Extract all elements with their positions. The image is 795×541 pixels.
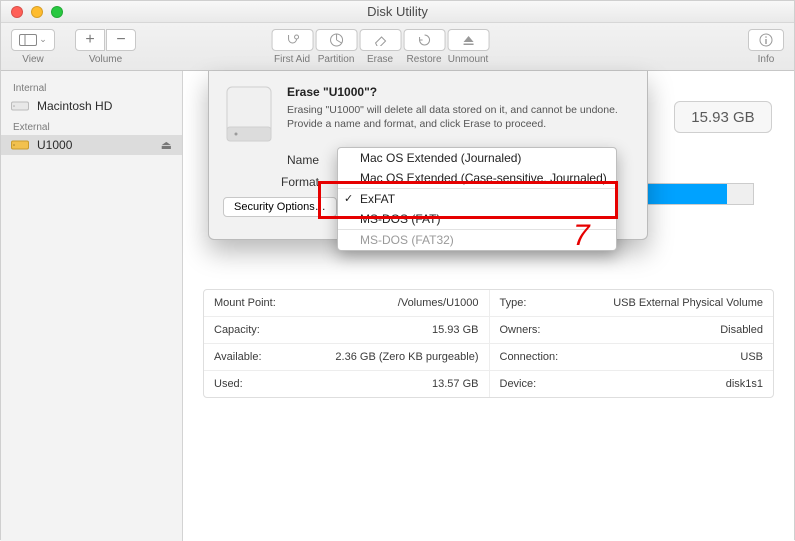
annotation-label: 7 <box>573 219 590 253</box>
format-option[interactable]: Mac OS Extended (Journaled) <box>338 148 616 168</box>
info-key: Mount Point: <box>214 297 276 309</box>
volume-remove-button[interactable]: − <box>106 29 136 51</box>
info-value: USB <box>740 351 763 363</box>
restore-icon <box>417 33 431 47</box>
info-key: Type: <box>500 297 527 309</box>
partition-button[interactable] <box>315 29 357 51</box>
volume-label: Volume <box>89 54 122 65</box>
info-key: Used: <box>214 378 243 390</box>
sidebar-item-label: U1000 <box>37 138 72 152</box>
eject-icon <box>462 34 474 46</box>
annotation-box <box>318 181 618 219</box>
sidebar-item-label: Macintosh HD <box>37 99 112 113</box>
info-value: disk1s1 <box>726 378 763 390</box>
window-title: Disk Utility <box>1 4 794 19</box>
info-value: Disabled <box>720 324 763 336</box>
info-key: Available: <box>214 351 262 363</box>
erase-title: Erase "U1000"? <box>287 85 631 99</box>
sidebar-item-u1000[interactable]: U1000 ⏏ <box>1 135 182 155</box>
internal-disk-icon <box>11 99 29 113</box>
main-content: Name Format 15.93 GB Mount Point: /Volume… <box>183 71 794 541</box>
sidebar-item-macintosh-hd[interactable]: Macintosh HD <box>1 96 182 116</box>
info-value: 2.36 GB (Zero KB purgeable) <box>335 351 478 363</box>
info-value: /Volumes/U1000 <box>398 297 479 309</box>
info-grid: Mount Point: /Volumes/U1000 Type: USB Exte… <box>203 289 774 398</box>
external-disk-icon <box>11 138 29 152</box>
sidebar-header-internal: Internal <box>1 77 182 96</box>
erase-description: Erasing "U1000" will delete all data sto… <box>287 103 631 131</box>
pie-icon <box>329 33 343 47</box>
eraser-icon <box>372 34 388 46</box>
erase-button[interactable] <box>359 29 401 51</box>
eject-icon[interactable]: ⏏ <box>161 138 172 152</box>
drive-icon <box>223 85 275 143</box>
restore-button[interactable] <box>403 29 445 51</box>
info-key: Device: <box>500 378 537 390</box>
sidebar-header-external: External <box>1 116 182 135</box>
first-aid-button[interactable] <box>271 29 313 51</box>
titlebar: Disk Utility <box>1 1 794 23</box>
info-key: Owners: <box>500 324 541 336</box>
sidebar-icon <box>19 34 37 46</box>
toolbar: ⌄ View + − Volume First Aid Partition Er… <box>1 23 794 71</box>
info-key: Connection: <box>500 351 559 363</box>
info-value: USB External Physical Volume <box>613 297 763 309</box>
unmount-button[interactable] <box>447 29 489 51</box>
capacity-pill: 15.93 GB <box>674 101 772 133</box>
view-label: View <box>22 54 44 65</box>
format-label: Format <box>223 175 327 189</box>
info-icon <box>759 33 773 47</box>
volume-add-button[interactable]: + <box>75 29 105 51</box>
info-key: Capacity: <box>214 324 260 336</box>
info-value: 15.93 GB <box>432 324 478 336</box>
stethoscope-icon <box>284 33 300 47</box>
info-value: 13.57 GB <box>432 378 478 390</box>
sidebar: Internal Macintosh HD External U1000 ⏏ <box>1 71 183 541</box>
info-button[interactable] <box>748 29 784 51</box>
name-label: Name <box>223 153 327 167</box>
view-button[interactable]: ⌄ <box>11 29 55 51</box>
